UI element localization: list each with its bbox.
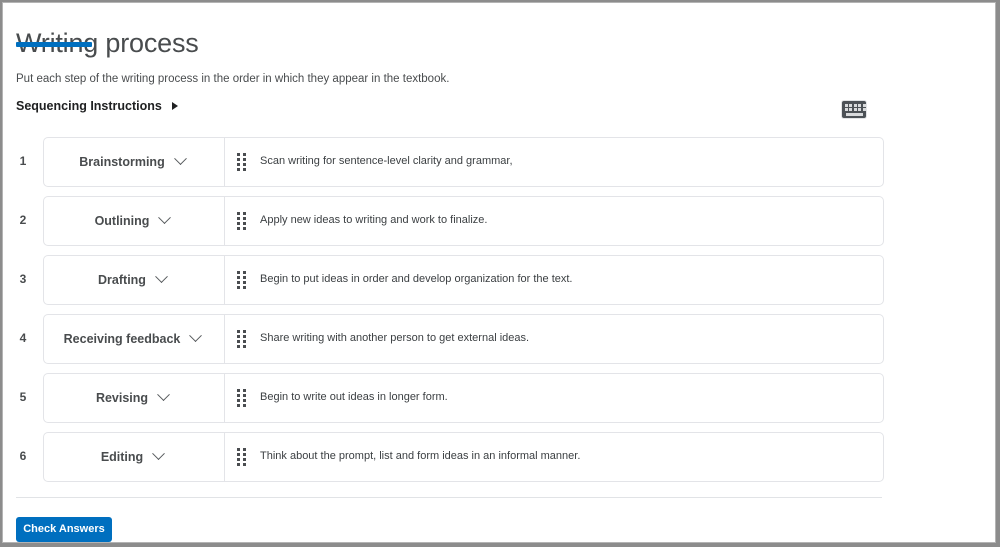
description-cell: Share writing with another person to get… <box>225 315 883 363</box>
description-text: Apply new ideas to writing and work to f… <box>260 214 488 226</box>
keyboard-key-row-top <box>844 103 866 107</box>
row-number: 2 <box>19 213 27 227</box>
sequencing-instructions-label: Sequencing Instructions <box>16 99 162 113</box>
description-cell: Think about the prompt, list and form id… <box>225 433 883 481</box>
chevron-down-icon <box>173 152 187 166</box>
step-select-label: Editing <box>100 449 144 464</box>
row-card: Brainstorming Scan writing for sentence-… <box>43 136 884 187</box>
description-text: Scan writing for sentence-level clarity … <box>260 155 513 167</box>
chevron-down-icon <box>155 270 168 284</box>
chevron-down-icon <box>152 447 166 461</box>
list-item: 2 Outlining Apply new ideas to writing a… <box>3 191 995 250</box>
drag-handle-icon[interactable] <box>237 330 246 348</box>
row-card: Receiving feedback Share writing with an… <box>43 313 884 364</box>
row-number: 4 <box>19 331 27 345</box>
row-card: Editing Think about the prompt, list and… <box>43 431 884 482</box>
chevron-down-icon <box>158 211 172 225</box>
description-cell: Scan writing for sentence-level clarity … <box>225 138 883 186</box>
keyboard-spacebar <box>845 112 863 116</box>
list-item: 3 Drafting Begin to put ideas in order a… <box>3 250 995 309</box>
list-item: 4 Receiving feedback Share writing with … <box>3 309 995 368</box>
footer-divider <box>16 497 882 498</box>
drag-handle-icon[interactable] <box>237 389 246 407</box>
page-frame: Writing process Put each step of the wri… <box>2 2 996 543</box>
keyboard-key-row-middle <box>844 108 866 111</box>
chevron-down-icon <box>189 329 203 343</box>
description-text: Begin to write out ideas in longer form. <box>260 391 448 403</box>
description-text: Think about the prompt, list and form id… <box>260 450 581 462</box>
step-select[interactable]: Drafting <box>44 255 225 304</box>
title-accent-underline <box>16 42 92 47</box>
description-cell: Begin to put ideas in order and develop … <box>225 256 883 304</box>
list-item: 1 Brainstorming Scan writing for sentenc… <box>3 132 995 191</box>
page-content: Writing process Put each step of the wri… <box>3 3 995 542</box>
row-number: 6 <box>19 449 27 463</box>
drag-handle-icon[interactable] <box>237 271 246 289</box>
row-number: 1 <box>19 154 27 168</box>
step-select-label: Revising <box>95 390 149 405</box>
sequencing-instructions-row: Sequencing Instructions <box>16 99 178 113</box>
step-select-label: Drafting <box>98 272 146 287</box>
step-select[interactable]: Outlining <box>44 196 225 245</box>
row-number: 3 <box>19 272 27 286</box>
step-select[interactable]: Receiving feedback <box>44 314 225 363</box>
list-item: 5 Revising Begin to write out ideas in l… <box>3 368 995 427</box>
drag-handle-icon[interactable] <box>237 212 246 230</box>
keyboard-icon[interactable] <box>842 101 866 118</box>
description-text: Begin to put ideas in order and develop … <box>260 273 573 285</box>
step-select-label: Outlining <box>94 213 150 228</box>
row-card: Revising Begin to write out ideas in lon… <box>43 372 884 423</box>
row-card: Drafting Begin to put ideas in order and… <box>43 254 884 305</box>
row-number: 5 <box>19 390 27 404</box>
description-text: Share writing with another person to get… <box>260 332 530 344</box>
instructions-text: Put each step of the writing process in … <box>16 73 450 85</box>
triangle-right-icon[interactable] <box>171 102 178 110</box>
chevron-down-icon <box>157 388 170 402</box>
step-select-label: Brainstorming <box>79 154 165 169</box>
step-select[interactable]: Brainstorming <box>44 137 225 186</box>
drag-handle-icon[interactable] <box>237 448 246 466</box>
list-item: 6 Editing Think about the prompt, list a… <box>3 427 995 486</box>
sequence-list: 1 Brainstorming Scan writing for sentenc… <box>3 132 995 486</box>
description-cell: Apply new ideas to writing and work to f… <box>225 197 883 245</box>
check-answers-button[interactable]: Check Answers <box>16 517 112 542</box>
drag-handle-icon[interactable] <box>237 153 246 171</box>
description-cell: Begin to write out ideas in longer form. <box>225 374 883 422</box>
step-select[interactable]: Editing <box>44 432 225 481</box>
step-select-label: Receiving feedback <box>63 331 181 346</box>
step-select[interactable]: Revising <box>44 373 225 422</box>
row-card: Outlining Apply new ideas to writing and… <box>43 195 884 246</box>
